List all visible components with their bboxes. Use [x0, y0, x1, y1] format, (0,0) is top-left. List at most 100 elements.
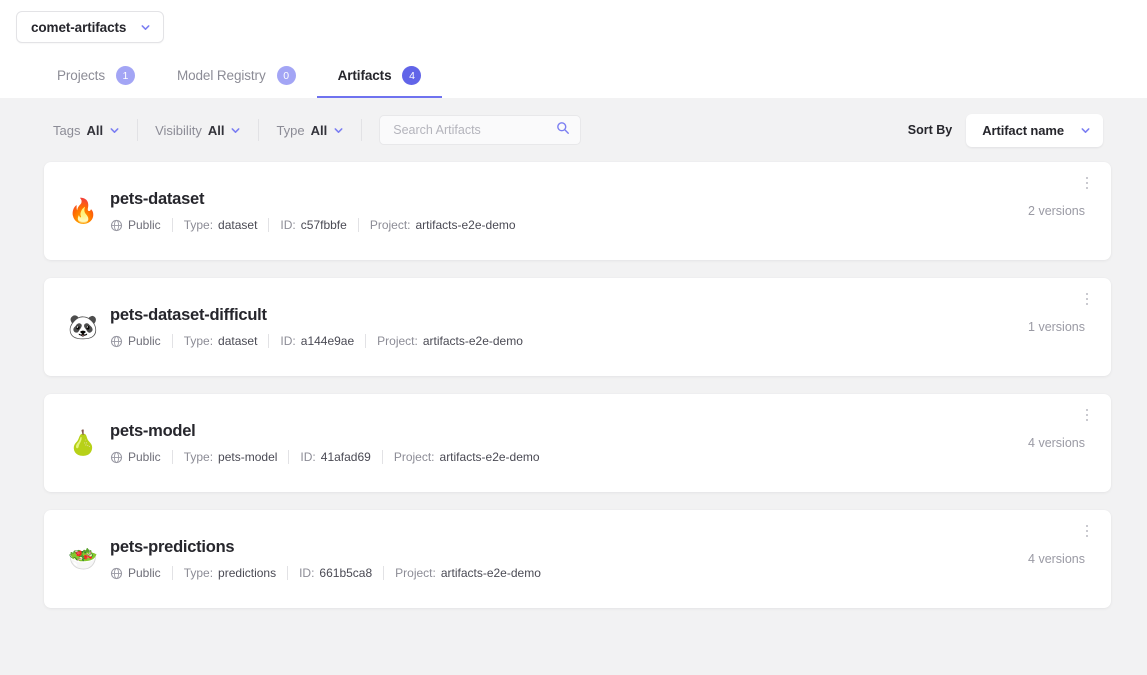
more-options-icon[interactable]: [1079, 405, 1095, 425]
filter-label: Type: [276, 122, 305, 138]
artifact-meta: Public Type: dataset ID: c57fbbfe Projec…: [110, 218, 516, 232]
artifact-meta: Public Type: pets-model ID: 41afad69 Pro…: [110, 450, 540, 464]
type-value: dataset: [218, 218, 258, 232]
meta-divider: [365, 334, 367, 348]
meta-divider: [171, 566, 173, 580]
project-label: Project:: [377, 334, 418, 348]
artifact-card-body: pets-predictions Public Type: prediction…: [110, 538, 541, 580]
meta-divider: [268, 334, 270, 348]
visibility-text: Public: [128, 566, 161, 580]
globe-icon: [110, 335, 123, 347]
workspace-selector[interactable]: comet-artifacts: [16, 11, 165, 43]
artifact-card[interactable]: 🔥 pets-dataset Public Type: dataset ID: …: [44, 162, 1111, 260]
globe-icon: [110, 451, 123, 463]
artifact-name[interactable]: pets-predictions: [110, 538, 541, 557]
tab-badge-count: 0: [276, 66, 296, 85]
filter-group: Tags All Visibility All Type All: [53, 115, 582, 145]
artifact-id: ID: 41afad69: [300, 450, 370, 464]
project-value[interactable]: artifacts-e2e-demo: [416, 218, 516, 232]
id-label: ID:: [300, 450, 316, 464]
id-label: ID:: [280, 334, 296, 348]
version-count: 4 versions: [1028, 436, 1085, 450]
id-value: c57fbbfe: [300, 218, 347, 232]
more-options-icon[interactable]: [1079, 521, 1095, 541]
tab-model-registry[interactable]: Model Registry 0: [156, 66, 317, 98]
filter-value: All: [86, 122, 104, 138]
meta-divider: [287, 566, 289, 580]
chevron-down-icon: [1080, 125, 1091, 136]
tab-label: Projects: [57, 68, 105, 83]
artifact-project: Project: artifacts-e2e-demo: [394, 450, 540, 464]
tab-artifacts[interactable]: Artifacts 4: [316, 66, 443, 98]
sort-control: Sort By Artifact name: [908, 113, 1103, 147]
project-label: Project:: [395, 566, 436, 580]
visibility-badge: Public: [110, 566, 161, 580]
type-value: dataset: [218, 334, 258, 348]
version-count: 4 versions: [1028, 552, 1085, 566]
pear-emoji: 🍐: [68, 430, 98, 457]
more-options-icon[interactable]: [1079, 289, 1095, 309]
meta-divider: [171, 450, 173, 464]
meta-divider: [171, 218, 173, 232]
filter-label: Tags: [53, 122, 81, 138]
type-value: predictions: [218, 566, 277, 580]
artifact-card[interactable]: 🍐 pets-model Public Type: pets-model ID:…: [44, 394, 1111, 492]
artifact-list: 🔥 pets-dataset Public Type: dataset ID: …: [0, 162, 1147, 608]
visibility-text: Public: [128, 450, 161, 464]
panda-emoji: 🐼: [68, 314, 98, 341]
artifact-card[interactable]: 🐼 pets-dataset-difficult Public Type: da…: [44, 278, 1111, 376]
id-value: 41afad69: [320, 450, 371, 464]
meta-divider: [171, 334, 173, 348]
filter-value: All: [310, 122, 328, 138]
search-artifacts-box[interactable]: [379, 115, 582, 145]
type-label: Type:: [183, 334, 214, 348]
artifact-type: Type: dataset: [184, 334, 258, 348]
app-header: comet-artifacts Projects 1 Model Registr…: [0, 0, 1147, 98]
artifact-name[interactable]: pets-dataset: [110, 190, 516, 209]
artifact-meta: Public Type: predictions ID: 661b5ca8 Pr…: [110, 566, 541, 580]
toolbar-divider: [258, 119, 260, 141]
more-options-icon[interactable]: [1079, 173, 1095, 193]
search-icon[interactable]: [556, 121, 570, 140]
project-value[interactable]: artifacts-e2e-demo: [423, 334, 523, 348]
filter-value: All: [207, 122, 225, 138]
workspace-row: comet-artifacts: [0, 0, 1147, 43]
salad-emoji: 🥗: [68, 546, 98, 573]
tab-badge-count: 4: [402, 66, 422, 85]
filter-type[interactable]: Type All: [276, 123, 361, 138]
tab-label: Artifacts: [337, 68, 392, 83]
artifact-name[interactable]: pets-dataset-difficult: [110, 306, 523, 325]
chevron-down-icon: [140, 22, 151, 33]
chevron-down-icon: [230, 125, 241, 136]
type-label: Type:: [183, 566, 214, 580]
version-count: 1 versions: [1028, 320, 1085, 334]
globe-icon: [110, 567, 123, 579]
artifact-id: ID: c57fbbfe: [280, 218, 346, 232]
artifact-project: Project: artifacts-e2e-demo: [377, 334, 523, 348]
filter-visibility[interactable]: Visibility All: [155, 123, 258, 138]
meta-divider: [268, 218, 270, 232]
toolbar-divider: [137, 119, 139, 141]
artifact-meta: Public Type: dataset ID: a144e9ae Projec…: [110, 334, 523, 348]
tab-badge-count: 1: [115, 66, 135, 85]
id-label: ID:: [299, 566, 315, 580]
artifact-name[interactable]: pets-model: [110, 422, 540, 441]
artifact-type: Type: dataset: [184, 218, 258, 232]
artifact-id: ID: a144e9ae: [280, 334, 354, 348]
id-value: 661b5ca8: [319, 566, 373, 580]
tab-projects[interactable]: Projects 1: [36, 66, 156, 98]
workspace-name: comet-artifacts: [31, 19, 127, 35]
artifact-card-body: pets-dataset-difficult Public Type: data…: [110, 306, 523, 348]
sort-by-value: Artifact name: [982, 122, 1064, 138]
artifact-type: Type: pets-model: [184, 450, 278, 464]
artifact-card[interactable]: 🥗 pets-predictions Public Type: predicti…: [44, 510, 1111, 608]
meta-divider: [288, 450, 290, 464]
sort-by-select[interactable]: Artifact name: [966, 113, 1103, 147]
project-value[interactable]: artifacts-e2e-demo: [441, 566, 541, 580]
project-value[interactable]: artifacts-e2e-demo: [440, 450, 540, 464]
chevron-down-icon: [333, 125, 344, 136]
filter-toolbar: Tags All Visibility All Type All Search …: [0, 98, 1147, 162]
artifact-card-body: pets-model Public Type: pets-model ID: 4…: [110, 422, 540, 464]
search-input[interactable]: [393, 123, 557, 137]
filter-tags[interactable]: Tags All: [53, 123, 137, 138]
